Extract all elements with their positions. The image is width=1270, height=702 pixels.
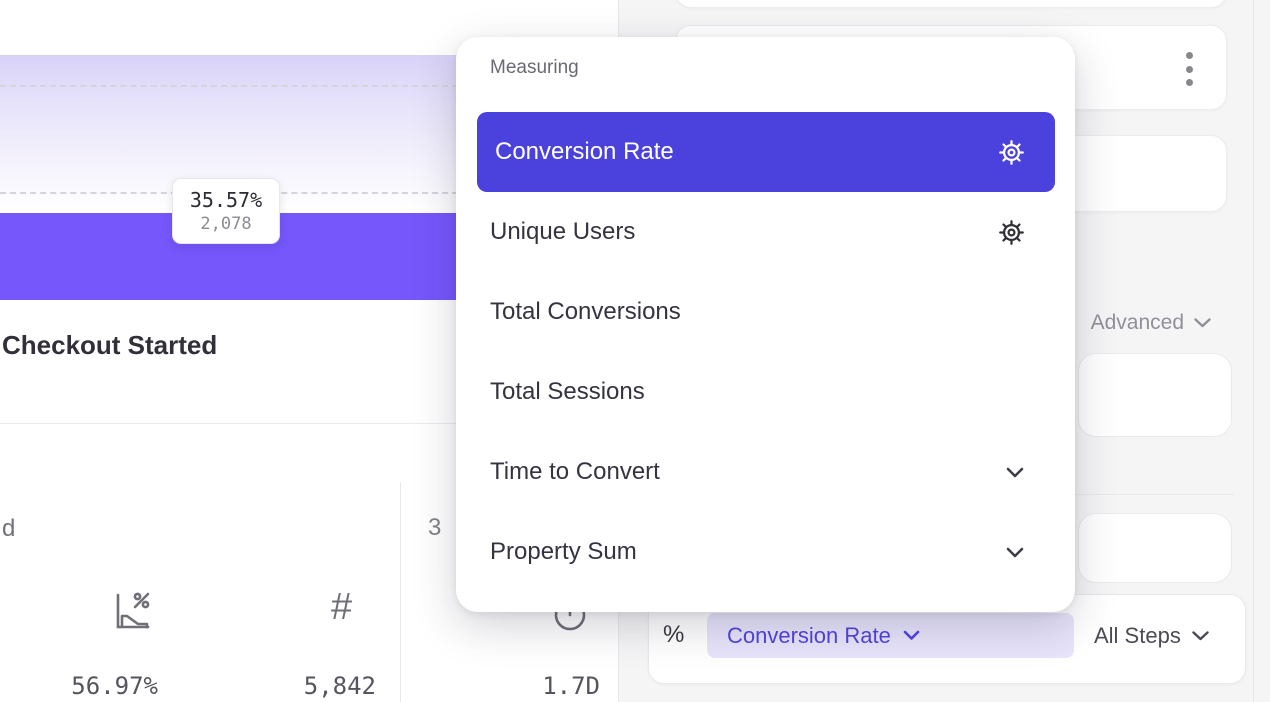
menu-item-property-sum[interactable]: Property Sum xyxy=(477,512,1055,592)
builder-option-card[interactable] xyxy=(1078,353,1232,437)
menu-item-label: Total Sessions xyxy=(477,378,645,406)
table-step-header-partial: 3 xyxy=(428,514,441,542)
menu-item-label: Total Conversions xyxy=(477,298,681,326)
chevron-down-icon xyxy=(1005,546,1025,559)
advanced-label: Advanced xyxy=(1091,311,1184,335)
table-cell-count: 5,842 xyxy=(246,672,376,700)
menu-item-unique-users[interactable]: Unique Users xyxy=(477,192,1055,272)
steps-label: All Steps xyxy=(1094,623,1181,649)
measurement-selector-chip[interactable]: Conversion Rate xyxy=(707,613,1074,658)
menu-item-conversion-rate[interactable]: Conversion Rate xyxy=(477,112,1055,192)
panel-edge-divider xyxy=(1253,0,1254,702)
menu-item-label: Time to Convert xyxy=(477,458,660,486)
dropdown-title: Measuring xyxy=(490,57,579,79)
gear-icon[interactable] xyxy=(998,219,1025,246)
conversion-rate-metric-icon xyxy=(109,589,155,640)
measurement-label: Conversion Rate xyxy=(727,623,891,649)
table-cell-conversion-rate: 56.97% xyxy=(28,672,158,700)
tooltip-count: 2,078 xyxy=(200,214,251,234)
percent-metric-icon: % xyxy=(663,621,684,649)
menu-item-total-conversions[interactable]: Total Conversions xyxy=(477,272,1055,352)
menu-item-total-sessions[interactable]: Total Sessions xyxy=(477,352,1055,432)
menu-item-label: Unique Users xyxy=(477,218,635,246)
table-step-header-partial: d xyxy=(2,515,15,543)
menu-item-label: Conversion Rate xyxy=(477,138,674,166)
more-options-kebab-icon[interactable] xyxy=(1178,52,1200,86)
builder-step-card xyxy=(675,0,1227,8)
chevron-down-icon xyxy=(1191,630,1210,642)
table-column-divider xyxy=(400,482,401,702)
menu-item-time-to-convert[interactable]: Time to Convert xyxy=(477,432,1055,512)
measuring-dropdown-menu: Measuring Conversion Rate Unique Users T… xyxy=(456,37,1075,612)
chevron-down-icon xyxy=(1193,317,1212,329)
chevron-down-icon xyxy=(1005,466,1025,479)
builder-option-card[interactable] xyxy=(1078,513,1232,583)
gear-icon[interactable] xyxy=(998,139,1025,166)
table-cell-avg-time: 1.7D xyxy=(470,672,600,700)
steps-selector[interactable]: All Steps xyxy=(1094,613,1210,658)
tooltip-conversion-rate: 35.57% xyxy=(190,188,262,212)
menu-item-label: Property Sum xyxy=(477,538,637,566)
chevron-down-icon xyxy=(903,630,920,641)
count-metric-icon: # xyxy=(331,586,352,629)
funnel-step-label: Checkout Started xyxy=(2,330,217,361)
funnel-bar-tooltip: 35.57% 2,078 xyxy=(172,178,280,244)
